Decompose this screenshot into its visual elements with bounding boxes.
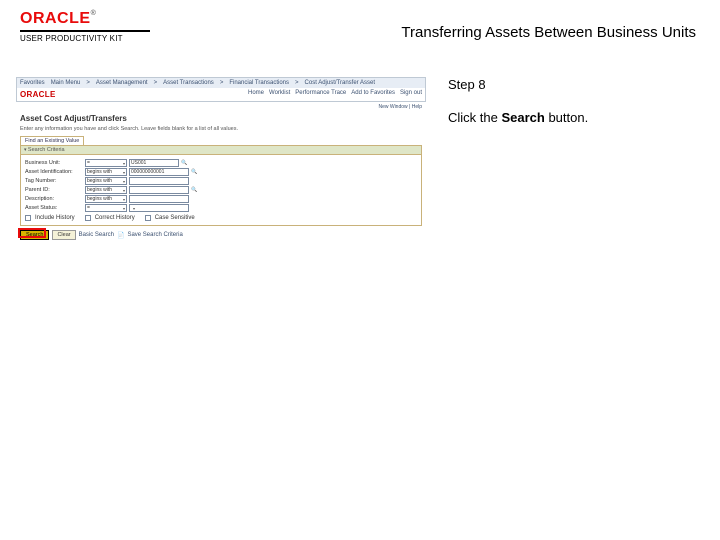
search-panel: Search Criteria Business Unit: = US001 🔍…	[20, 145, 422, 226]
basic-search-link[interactable]: Basic Search	[79, 232, 114, 238]
include-history-checkbox[interactable]	[25, 215, 31, 221]
case-sensitive-label: Case Sensitive	[155, 215, 195, 221]
embedded-screenshot: Favorites Main Menu > Asset Management >…	[16, 77, 426, 244]
tag-operator-select[interactable]: begins with	[85, 177, 127, 185]
component-title: Asset Cost Adjust/Transfers	[16, 112, 426, 125]
app-brand-bar: ORACLE Home Worklist Performance Trace A…	[16, 88, 426, 102]
lookup-icon[interactable]: 🔍	[181, 160, 188, 167]
oracle-logo: ORACLE	[20, 10, 91, 28]
include-history-label: Include History	[35, 215, 75, 221]
bu-operator-select[interactable]: =	[85, 159, 127, 167]
registered-icon: ®	[91, 10, 96, 17]
new-window-link[interactable]: New Window | Help	[16, 102, 426, 112]
tag-input[interactable]	[129, 177, 189, 185]
status-operator-select[interactable]: =	[85, 204, 127, 212]
parent-input[interactable]	[129, 186, 189, 194]
tab-find-existing[interactable]: Find an Existing Value	[20, 136, 84, 145]
breadcrumb-item[interactable]: Asset Transactions	[163, 80, 214, 86]
instruction-panel: Step 8 Click the Search button.	[426, 77, 686, 244]
app-brand-logo: ORACLE	[20, 90, 56, 99]
oracle-logo-block: ORACLE® USER PRODUCTIVITY KIT	[20, 10, 160, 43]
field-label-desc: Description:	[25, 196, 83, 202]
step-text-suffix: button.	[545, 110, 588, 125]
lookup-icon[interactable]: 🔍	[191, 169, 198, 176]
field-label-tag: Tag Number:	[25, 178, 83, 184]
top-link-home[interactable]: Home	[248, 90, 264, 99]
step-text: Click the Search button.	[448, 110, 686, 125]
desc-operator-select[interactable]: begins with	[85, 195, 127, 203]
desc-input[interactable]	[129, 195, 189, 203]
step-text-prefix: Click the	[448, 110, 501, 125]
parent-operator-select[interactable]: begins with	[85, 186, 127, 194]
status-select[interactable]	[129, 204, 189, 212]
logo-subtitle: USER PRODUCTIVITY KIT	[20, 34, 160, 43]
page-title: Transferring Assets Between Business Uni…	[160, 10, 700, 41]
assetid-input[interactable]: 000000000001	[129, 168, 189, 176]
bu-input[interactable]: US001	[129, 159, 179, 167]
clear-button[interactable]: Clear	[52, 230, 75, 240]
top-link-perf[interactable]: Performance Trace	[295, 90, 346, 99]
correct-history-checkbox[interactable]	[85, 215, 91, 221]
lookup-icon[interactable]: 🔍	[191, 187, 198, 194]
logo-divider	[20, 30, 150, 32]
search-button[interactable]: Search	[20, 230, 49, 240]
field-label-parent: Parent ID:	[25, 187, 83, 193]
field-label-bu: Business Unit:	[25, 160, 83, 166]
top-link-signout[interactable]: Sign out	[400, 90, 422, 99]
step-label: Step 8	[448, 77, 686, 92]
top-link-worklist[interactable]: Worklist	[269, 90, 290, 99]
breadcrumb-item[interactable]: Cost Adjust/Transfer Asset	[305, 80, 375, 86]
breadcrumb-item[interactable]: Financial Transactions	[229, 80, 289, 86]
correct-history-label: Correct History	[95, 215, 135, 221]
page-header: ORACLE® USER PRODUCTIVITY KIT Transferri…	[0, 0, 720, 49]
case-sensitive-checkbox[interactable]	[145, 215, 151, 221]
top-link-fav[interactable]: Add to Favorites	[351, 90, 395, 99]
breadcrumb: Favorites Main Menu > Asset Management >…	[16, 77, 426, 88]
assetid-operator-select[interactable]: begins with	[85, 168, 127, 176]
step-text-bold: Search	[501, 110, 544, 125]
breadcrumb-item[interactable]: Main Menu	[51, 80, 81, 86]
save-search-link[interactable]: Save Search Criteria	[127, 232, 182, 238]
search-panel-header[interactable]: Search Criteria	[21, 146, 421, 155]
breadcrumb-item[interactable]: Favorites	[20, 80, 45, 86]
breadcrumb-item[interactable]: Asset Management	[96, 80, 148, 86]
field-label-assetid: Asset Identification:	[25, 169, 83, 175]
component-desc: Enter any information you have and click…	[16, 125, 426, 136]
field-label-status: Asset Status:	[25, 205, 83, 211]
